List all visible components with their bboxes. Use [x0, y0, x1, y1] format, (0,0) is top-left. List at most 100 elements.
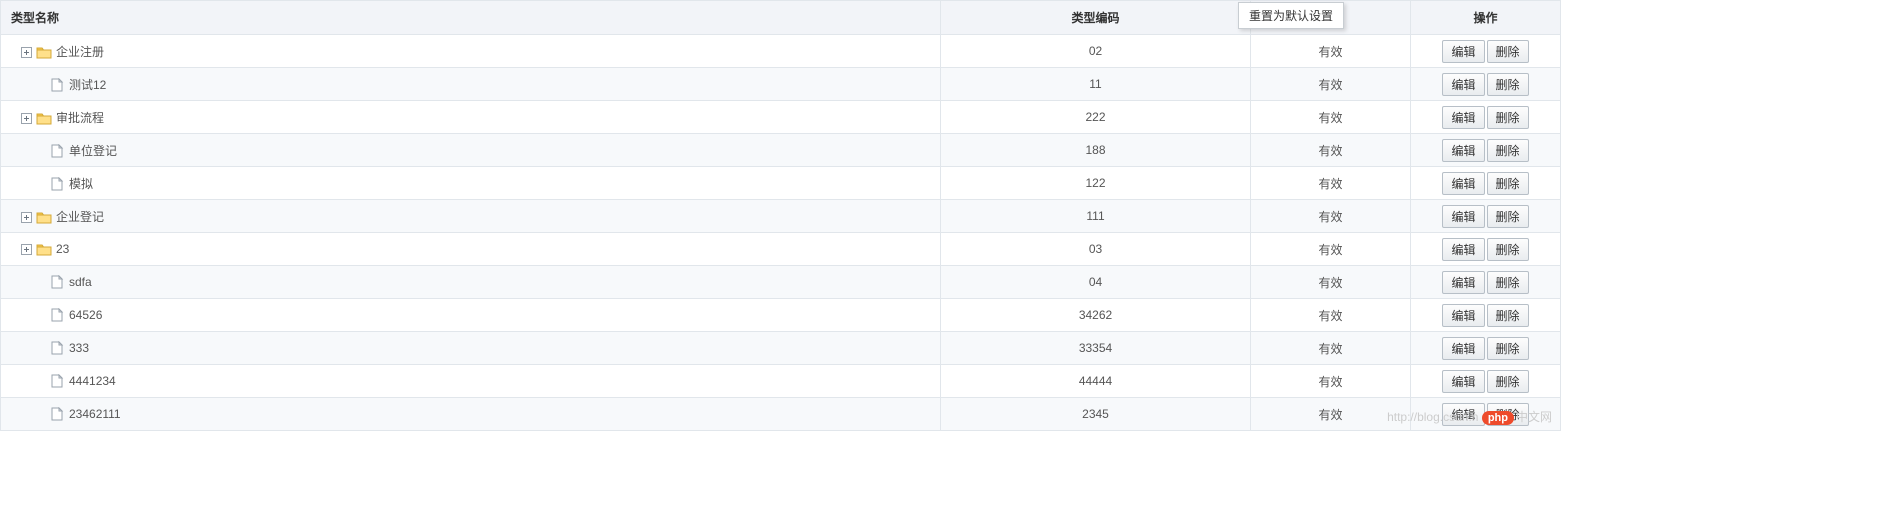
- cell-status: 有效: [1251, 200, 1411, 233]
- edit-button[interactable]: 编辑: [1442, 337, 1484, 360]
- edit-button[interactable]: 编辑: [1442, 304, 1484, 327]
- cell-status: 有效: [1251, 233, 1411, 266]
- reset-tooltip[interactable]: 重置为默认设置: [1238, 2, 1344, 29]
- edit-button[interactable]: 编辑: [1442, 73, 1484, 96]
- expand-spacer: [34, 78, 45, 89]
- expand-icon[interactable]: [21, 47, 32, 58]
- expand-icon[interactable]: [21, 113, 32, 124]
- row-name-label: 企业登记: [56, 210, 104, 224]
- cell-action: 编辑删除: [1411, 35, 1561, 68]
- edit-button[interactable]: 编辑: [1442, 172, 1484, 195]
- cell-name: 企业注册: [1, 35, 941, 68]
- row-name-label: 单位登记: [69, 144, 117, 158]
- type-table: 类型名称 类型编码 有效 操作 企业注册02有效编辑删除测试1211有效编辑删除…: [0, 0, 1561, 431]
- row-name-label: sdfa: [69, 275, 92, 289]
- cell-status: 有效: [1251, 299, 1411, 332]
- cell-code: 188: [941, 134, 1251, 167]
- table-row[interactable]: 测试1211有效编辑删除: [1, 68, 1561, 101]
- edit-button[interactable]: 编辑: [1442, 403, 1484, 426]
- table-row[interactable]: 审批流程222有效编辑删除: [1, 101, 1561, 134]
- expand-spacer: [34, 308, 45, 319]
- cell-action: 编辑删除: [1411, 167, 1561, 200]
- folder-icon: [36, 111, 52, 125]
- expand-spacer: [34, 407, 45, 418]
- delete-button[interactable]: 删除: [1487, 271, 1529, 294]
- folder-icon: [36, 242, 52, 256]
- cell-action: 编辑删除: [1411, 200, 1561, 233]
- cell-status: 有效: [1251, 332, 1411, 365]
- header-name[interactable]: 类型名称: [1, 1, 941, 35]
- edit-button[interactable]: 编辑: [1442, 271, 1484, 294]
- delete-button[interactable]: 删除: [1487, 139, 1529, 162]
- cell-code: 2345: [941, 398, 1251, 431]
- cell-name: sdfa: [1, 266, 941, 299]
- delete-button[interactable]: 删除: [1487, 172, 1529, 195]
- delete-button[interactable]: 删除: [1487, 403, 1529, 426]
- edit-button[interactable]: 编辑: [1442, 106, 1484, 129]
- row-name-label: 测试12: [69, 78, 106, 92]
- cell-name: 333: [1, 332, 941, 365]
- cell-action: 编辑删除: [1411, 266, 1561, 299]
- table-row[interactable]: 33333354有效编辑删除: [1, 332, 1561, 365]
- file-icon: [49, 341, 65, 355]
- table-row[interactable]: 单位登记 188有效 编辑删除: [1, 134, 1561, 167]
- delete-button[interactable]: 删除: [1487, 40, 1529, 63]
- table-row[interactable]: 444123444444有效编辑删除: [1, 365, 1561, 398]
- cell-code: 02: [941, 35, 1251, 68]
- cell-action: 编辑删除: [1411, 68, 1561, 101]
- cell-code: 122: [941, 167, 1251, 200]
- cell-code: 222: [941, 101, 1251, 134]
- edit-button[interactable]: 编辑: [1442, 370, 1484, 393]
- cell-status: 有效: [1251, 266, 1411, 299]
- cell-name: 单位登记: [1, 134, 941, 167]
- cell-status: 有效: [1251, 68, 1411, 101]
- cell-action: 编辑删除: [1411, 332, 1561, 365]
- cell-status: 有效: [1251, 365, 1411, 398]
- cell-code: 04: [941, 266, 1251, 299]
- file-icon: [49, 275, 65, 289]
- cell-code: 11: [941, 68, 1251, 101]
- delete-button[interactable]: 删除: [1487, 205, 1529, 228]
- delete-button[interactable]: 删除: [1487, 370, 1529, 393]
- cell-name: 审批流程: [1, 101, 941, 134]
- cell-code: 03: [941, 233, 1251, 266]
- expand-spacer: [34, 374, 45, 385]
- file-icon: [49, 78, 65, 92]
- folder-icon: [36, 45, 52, 59]
- row-name-label: 23: [56, 242, 69, 256]
- delete-button[interactable]: 删除: [1487, 304, 1529, 327]
- cell-name: 模拟: [1, 167, 941, 200]
- file-icon: [49, 407, 65, 421]
- delete-button[interactable]: 删除: [1487, 337, 1529, 360]
- cell-status: 有效: [1251, 134, 1411, 167]
- cell-action: 编辑删除: [1411, 233, 1561, 266]
- delete-button[interactable]: 删除: [1487, 73, 1529, 96]
- edit-button[interactable]: 编辑: [1442, 205, 1484, 228]
- row-name-label: 333: [69, 341, 89, 355]
- table-row[interactable]: 2303有效编辑删除: [1, 233, 1561, 266]
- expand-icon[interactable]: [21, 212, 32, 223]
- table-row[interactable]: 234621112345有效编辑删除: [1, 398, 1561, 431]
- expand-icon[interactable]: [21, 244, 32, 255]
- header-code[interactable]: 类型编码: [941, 1, 1251, 35]
- table-row[interactable]: 企业登记111有效编辑删除: [1, 200, 1561, 233]
- cell-code: 111: [941, 200, 1251, 233]
- row-name-label: 4441234: [69, 374, 116, 388]
- edit-button[interactable]: 编辑: [1442, 238, 1484, 261]
- table-row[interactable]: 企业注册02有效编辑删除: [1, 35, 1561, 68]
- expand-spacer: [34, 275, 45, 286]
- edit-button[interactable]: 编辑: [1442, 40, 1484, 63]
- header-action: 操作: [1411, 1, 1561, 35]
- expand-spacer: [34, 341, 45, 352]
- edit-button[interactable]: 编辑: [1442, 139, 1484, 162]
- delete-button[interactable]: 删除: [1487, 238, 1529, 261]
- table-row[interactable]: sdfa04有效编辑删除: [1, 266, 1561, 299]
- cell-name: 测试12: [1, 68, 941, 101]
- cell-name: 4441234: [1, 365, 941, 398]
- table-row[interactable]: 6452634262有效编辑删除: [1, 299, 1561, 332]
- cell-name: 23462111: [1, 398, 941, 431]
- row-name-label: 23462111: [69, 407, 121, 421]
- table-row[interactable]: 模拟122有效编辑删除: [1, 167, 1561, 200]
- cell-status: 有效: [1251, 167, 1411, 200]
- delete-button[interactable]: 删除: [1487, 106, 1529, 129]
